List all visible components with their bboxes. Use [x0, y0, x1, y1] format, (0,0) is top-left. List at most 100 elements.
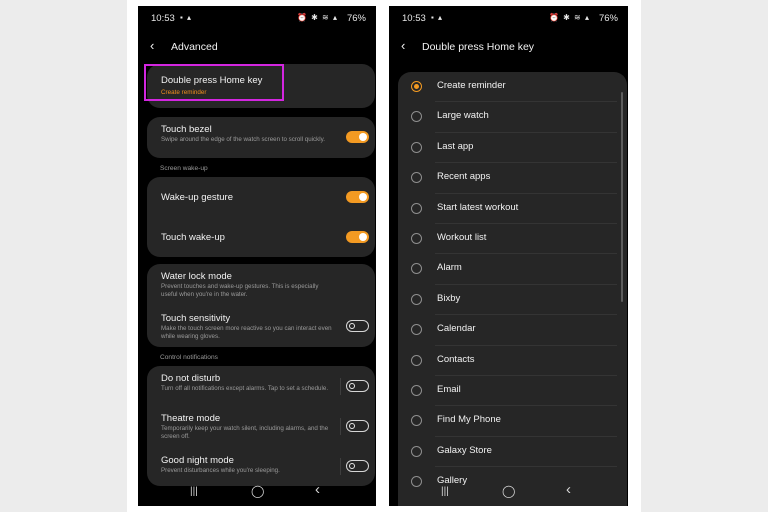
back-icon[interactable]: ‹: [315, 481, 320, 498]
radio-button[interactable]: [411, 233, 422, 244]
status-time: 10:53: [402, 13, 426, 24]
radio-button[interactable]: [411, 324, 422, 336]
battery-level: 76%: [598, 13, 618, 24]
option-bixby[interactable]: Bixby: [398, 285, 627, 316]
control-notifications-section-header: Control notifications: [160, 354, 218, 361]
option-create-reminder[interactable]: Create reminder: [398, 72, 627, 103]
chevron-left-icon[interactable]: ‹: [150, 38, 154, 53]
wakeup-gesture-row[interactable]: Wake-up gesture: [147, 177, 375, 217]
notifications-card: Do not disturb Turn off all notification…: [147, 366, 375, 486]
notification-icons: ▪ ▴: [431, 13, 444, 22]
do-not-disturb-title: Do not disturb: [161, 373, 221, 384]
option-large-watch[interactable]: Large watch: [398, 102, 627, 133]
radio-button[interactable]: [411, 445, 422, 457]
good-night-mode-title: Good night mode: [161, 455, 234, 466]
wakeup-gesture-toggle[interactable]: [346, 191, 369, 203]
option-contacts[interactable]: Contacts: [398, 346, 627, 376]
option-start-latest-workout[interactable]: Start latest workout: [398, 194, 627, 224]
option-label: Contacts: [437, 353, 475, 365]
option-label: Alarm: [437, 262, 462, 274]
option-alarm[interactable]: Alarm: [398, 254, 627, 285]
recents-icon[interactable]: |||: [441, 486, 449, 497]
touch-sensitivity-row[interactable]: Touch sensitivity Make the touch screen …: [147, 305, 375, 347]
touch-options-card: Water lock mode Prevent touches and wake…: [147, 264, 375, 347]
navigation-bar: ||| ◯ ‹: [389, 479, 628, 506]
option-label: Create reminder: [437, 80, 506, 91]
radio-button[interactable]: [411, 415, 422, 427]
touch-bezel-title: Touch bezel: [161, 124, 212, 135]
recents-icon[interactable]: |||: [190, 486, 198, 497]
water-lock-mode-row[interactable]: Water lock mode Prevent touches and wake…: [147, 264, 375, 304]
option-label: Bixby: [437, 292, 461, 304]
touch-wakeup-title: Touch wake-up: [161, 232, 225, 243]
highlight-box: [144, 64, 284, 101]
option-email[interactable]: Email: [398, 376, 627, 407]
option-label: Start latest workout: [437, 201, 519, 213]
option-last-app[interactable]: Last app: [398, 133, 627, 164]
divider: [340, 378, 341, 395]
option-label: Last app: [437, 140, 474, 152]
option-label: Large watch: [437, 110, 489, 122]
option-calendar[interactable]: Calendar: [398, 315, 627, 346]
touch-sensitivity-description: Make the touch screen more reactive so y…: [161, 325, 332, 340]
theatre-mode-title: Theatre mode: [161, 413, 221, 424]
home-icon[interactable]: ◯: [502, 484, 515, 498]
option-label: Workout list: [437, 232, 487, 243]
divider: [340, 458, 341, 475]
radio-button[interactable]: [411, 111, 422, 123]
radio-button[interactable]: [411, 354, 422, 366]
good-night-mode-description: Prevent disturbances while you're sleepi…: [161, 467, 280, 474]
radio-button[interactable]: [411, 81, 422, 92]
option-label: Email: [437, 384, 461, 395]
touch-bezel-toggle[interactable]: [346, 131, 369, 143]
screen-wakeup-card: Wake-up gesture Touch wake-up: [147, 177, 375, 257]
option-workout-list[interactable]: Workout list: [398, 224, 627, 255]
option-label: Recent apps: [437, 171, 491, 183]
touch-sensitivity-title: Touch sensitivity: [161, 313, 231, 324]
touch-sensitivity-toggle[interactable]: [346, 320, 369, 332]
radio-button[interactable]: [411, 141, 422, 153]
page-title: Advanced: [171, 41, 218, 53]
battery-level: 76%: [346, 13, 366, 24]
status-time: 10:53: [151, 13, 175, 24]
theatre-mode-description: Temporarily keep your watch silent, incl…: [161, 425, 329, 440]
do-not-disturb-row[interactable]: Do not disturb Turn off all notification…: [147, 366, 375, 406]
option-recent-apps[interactable]: Recent apps: [398, 163, 627, 194]
radio-button[interactable]: [411, 172, 422, 184]
touch-bezel-row[interactable]: Touch bezel Swipe around the edge of the…: [147, 117, 375, 158]
divider: [340, 418, 341, 435]
radio-button[interactable]: [411, 293, 422, 305]
option-galaxy-store[interactable]: Galaxy Store: [398, 437, 627, 468]
good-night-mode-toggle[interactable]: [346, 460, 369, 472]
double-press-home-key-screen: 10:53 ▪ ▴ ⏰ ✱ ≋ ▴ 76% ‹ Double press Hom…: [389, 6, 628, 506]
radio-button[interactable]: [411, 385, 422, 396]
option-label: Find My Phone: [437, 414, 501, 426]
radio-button[interactable]: [411, 263, 422, 275]
theatre-mode-toggle[interactable]: [346, 420, 369, 432]
status-bar: 10:53 ▪ ▴ ⏰ ✱ ≋ ▴ 76%: [138, 6, 376, 28]
app-bar: ‹ Double press Home key: [389, 32, 628, 62]
screen-wakeup-section-header: Screen wake-up: [160, 165, 208, 172]
back-icon[interactable]: ‹: [566, 481, 571, 498]
chevron-left-icon[interactable]: ‹: [401, 38, 405, 53]
system-status-icons: ⏰ ✱ ≋ ▴: [548, 13, 590, 22]
home-icon[interactable]: ◯: [251, 484, 264, 498]
theatre-mode-row[interactable]: Theatre mode Temporarily keep your watch…: [147, 406, 375, 448]
status-bar: 10:53 ▪ ▴ ⏰ ✱ ≋ ▴ 76%: [389, 6, 628, 28]
touch-wakeup-toggle[interactable]: [346, 231, 369, 243]
water-lock-mode-description: Prevent touches and wake-up gestures. Th…: [161, 283, 319, 298]
touch-bezel-card[interactable]: Touch bezel Swipe around the edge of the…: [147, 117, 375, 158]
water-lock-mode-title: Water lock mode: [161, 271, 232, 282]
option-label: Galaxy Store: [437, 444, 492, 456]
navigation-bar: ||| ◯ ‹: [138, 479, 376, 506]
action-options-list: Create reminder Large watch Last app Recent…: [398, 72, 627, 506]
touch-bezel-description: Swipe around the edge of the watch scree…: [161, 136, 325, 143]
do-not-disturb-toggle[interactable]: [346, 380, 369, 392]
app-bar: ‹ Advanced: [138, 32, 376, 62]
wakeup-gesture-title: Wake-up gesture: [161, 192, 233, 203]
option-find-my-phone[interactable]: Find My Phone: [398, 406, 627, 437]
radio-button[interactable]: [411, 202, 422, 214]
notification-icons: ▪ ▴: [180, 13, 193, 22]
touch-wakeup-row[interactable]: Touch wake-up: [147, 217, 375, 257]
page-title: Double press Home key: [422, 41, 535, 53]
